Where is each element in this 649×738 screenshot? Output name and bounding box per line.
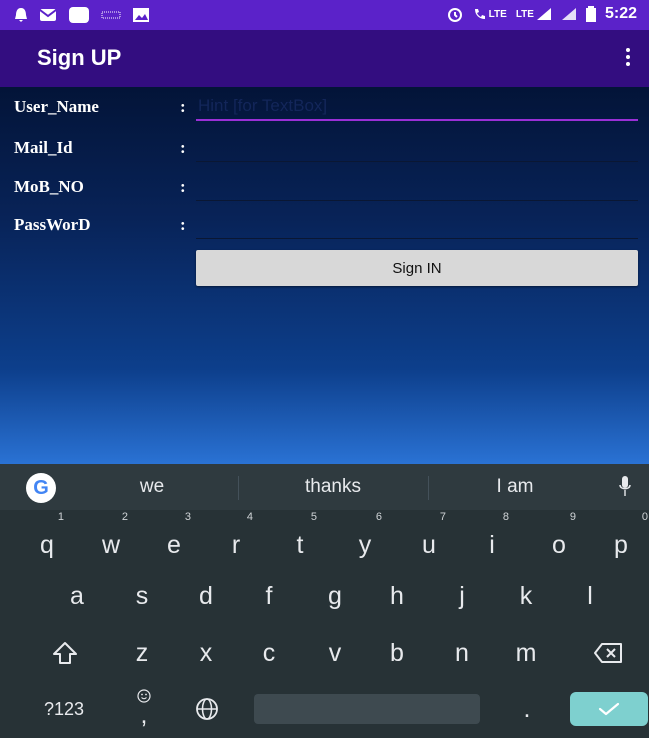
key-r[interactable]: r4	[211, 511, 261, 570]
suggestion-divider	[238, 476, 239, 500]
call-lte-indicator: LTE	[473, 7, 507, 21]
key-l[interactable]: l	[565, 571, 615, 621]
suggestion-3[interactable]: I am	[470, 476, 560, 498]
net-label-1: LTE	[488, 8, 507, 20]
key-k[interactable]: k	[501, 571, 551, 621]
enter-key[interactable]	[570, 692, 648, 726]
signal-icon-2	[561, 8, 576, 20]
space-key[interactable]	[254, 694, 480, 724]
checkmark-icon	[598, 702, 620, 716]
username-field[interactable]	[196, 93, 638, 121]
overflow-menu-icon[interactable]	[623, 48, 633, 70]
language-key[interactable]	[182, 684, 232, 734]
key-g[interactable]: g	[310, 571, 360, 621]
key-m[interactable]: m	[501, 628, 551, 678]
username-colon: :	[180, 97, 186, 116]
emoji-comma-key[interactable]: ,	[120, 684, 168, 734]
key-row-2: a s d f g h j k l	[0, 571, 649, 627]
alarm-icon	[447, 8, 462, 22]
globe-icon	[196, 698, 218, 720]
app-icon	[69, 7, 89, 23]
key-j[interactable]: j	[437, 571, 487, 621]
key-v[interactable]: v	[310, 628, 360, 678]
key-n[interactable]: n	[437, 628, 487, 678]
lte-indicator: LTE	[516, 7, 552, 21]
google-icon[interactable]: G	[26, 473, 56, 503]
status-right-icons: LTE LTE 5:22	[446, 5, 637, 23]
password-label: PassWorD	[14, 215, 91, 234]
suggestion-2[interactable]: thanks	[268, 476, 398, 498]
notification-icon	[15, 8, 27, 22]
net-label-2: LTE	[515, 8, 534, 20]
password-colon: :	[180, 215, 186, 234]
call-lte-icon	[474, 9, 485, 19]
password-field[interactable]	[196, 211, 638, 239]
mobile-field[interactable]	[196, 173, 638, 201]
key-row-1: q1 w2 e3 r4 t5 y6 u7 i8 o9 p0	[0, 511, 649, 576]
key-c[interactable]: c	[244, 628, 294, 678]
signup-form: User_Name : Mail_Id : MoB_NO : PassWorD …	[0, 87, 649, 464]
key-t[interactable]: t5	[275, 511, 325, 570]
key-d[interactable]: d	[181, 571, 231, 621]
key-f[interactable]: f	[244, 571, 294, 621]
status-bar: LTE LTE 5:22	[0, 0, 649, 30]
mail-field[interactable]	[196, 134, 638, 162]
backspace-key[interactable]	[583, 628, 633, 678]
form-row-mail: Mail_Id :	[0, 132, 649, 166]
status-time: 5:22	[604, 5, 637, 22]
suggestion-divider	[428, 476, 429, 500]
shift-icon	[53, 642, 77, 664]
app-bar: Sign UP	[0, 30, 649, 87]
key-h[interactable]: h	[372, 571, 422, 621]
message-icon	[39, 9, 57, 21]
key-a[interactable]: a	[52, 571, 102, 621]
image-icon	[133, 8, 149, 22]
key-e[interactable]: e3	[149, 511, 199, 570]
symbols-key[interactable]: ?123	[28, 684, 100, 734]
shift-key[interactable]	[40, 628, 90, 678]
mobile-label: MoB_NO	[14, 177, 84, 196]
battery-icon	[585, 6, 596, 22]
key-q[interactable]: q1	[22, 511, 72, 570]
sign-in-button[interactable]: Sign IN	[196, 250, 638, 286]
mobile-colon: :	[180, 177, 186, 196]
key-o[interactable]: o9	[534, 511, 584, 570]
key-u[interactable]: u7	[404, 511, 454, 570]
suggestion-bar: G we thanks I am	[0, 464, 649, 510]
voicemail-icon	[101, 11, 121, 19]
status-left-icons	[14, 6, 150, 24]
period-key[interactable]: .	[502, 684, 552, 734]
signal-icon	[536, 8, 551, 20]
key-x[interactable]: x	[181, 628, 231, 678]
mail-label: Mail_Id	[14, 138, 73, 157]
comma-label: ,	[140, 701, 148, 729]
mic-icon[interactable]	[619, 476, 631, 498]
form-row-mobile: MoB_NO :	[0, 171, 649, 205]
backspace-icon	[594, 643, 622, 663]
key-z[interactable]: z	[117, 628, 167, 678]
key-s[interactable]: s	[117, 571, 167, 621]
key-p[interactable]: p0	[596, 511, 648, 570]
page-title: Sign UP	[37, 45, 122, 70]
form-row-password: PassWorD :	[0, 209, 649, 243]
form-row-username: User_Name :	[0, 91, 649, 125]
soft-keyboard: G we thanks I am q1 w2 e3 r4 t5 y6 u7 i8…	[0, 464, 649, 738]
key-w[interactable]: w2	[86, 511, 136, 570]
suggestion-1[interactable]: we	[112, 476, 192, 498]
username-label: User_Name	[14, 97, 99, 116]
key-y[interactable]: y6	[340, 511, 390, 570]
key-row-3: z x c v b n m	[0, 628, 649, 684]
mail-colon: :	[180, 138, 186, 157]
key-i[interactable]: i8	[467, 511, 517, 570]
key-b[interactable]: b	[372, 628, 422, 678]
